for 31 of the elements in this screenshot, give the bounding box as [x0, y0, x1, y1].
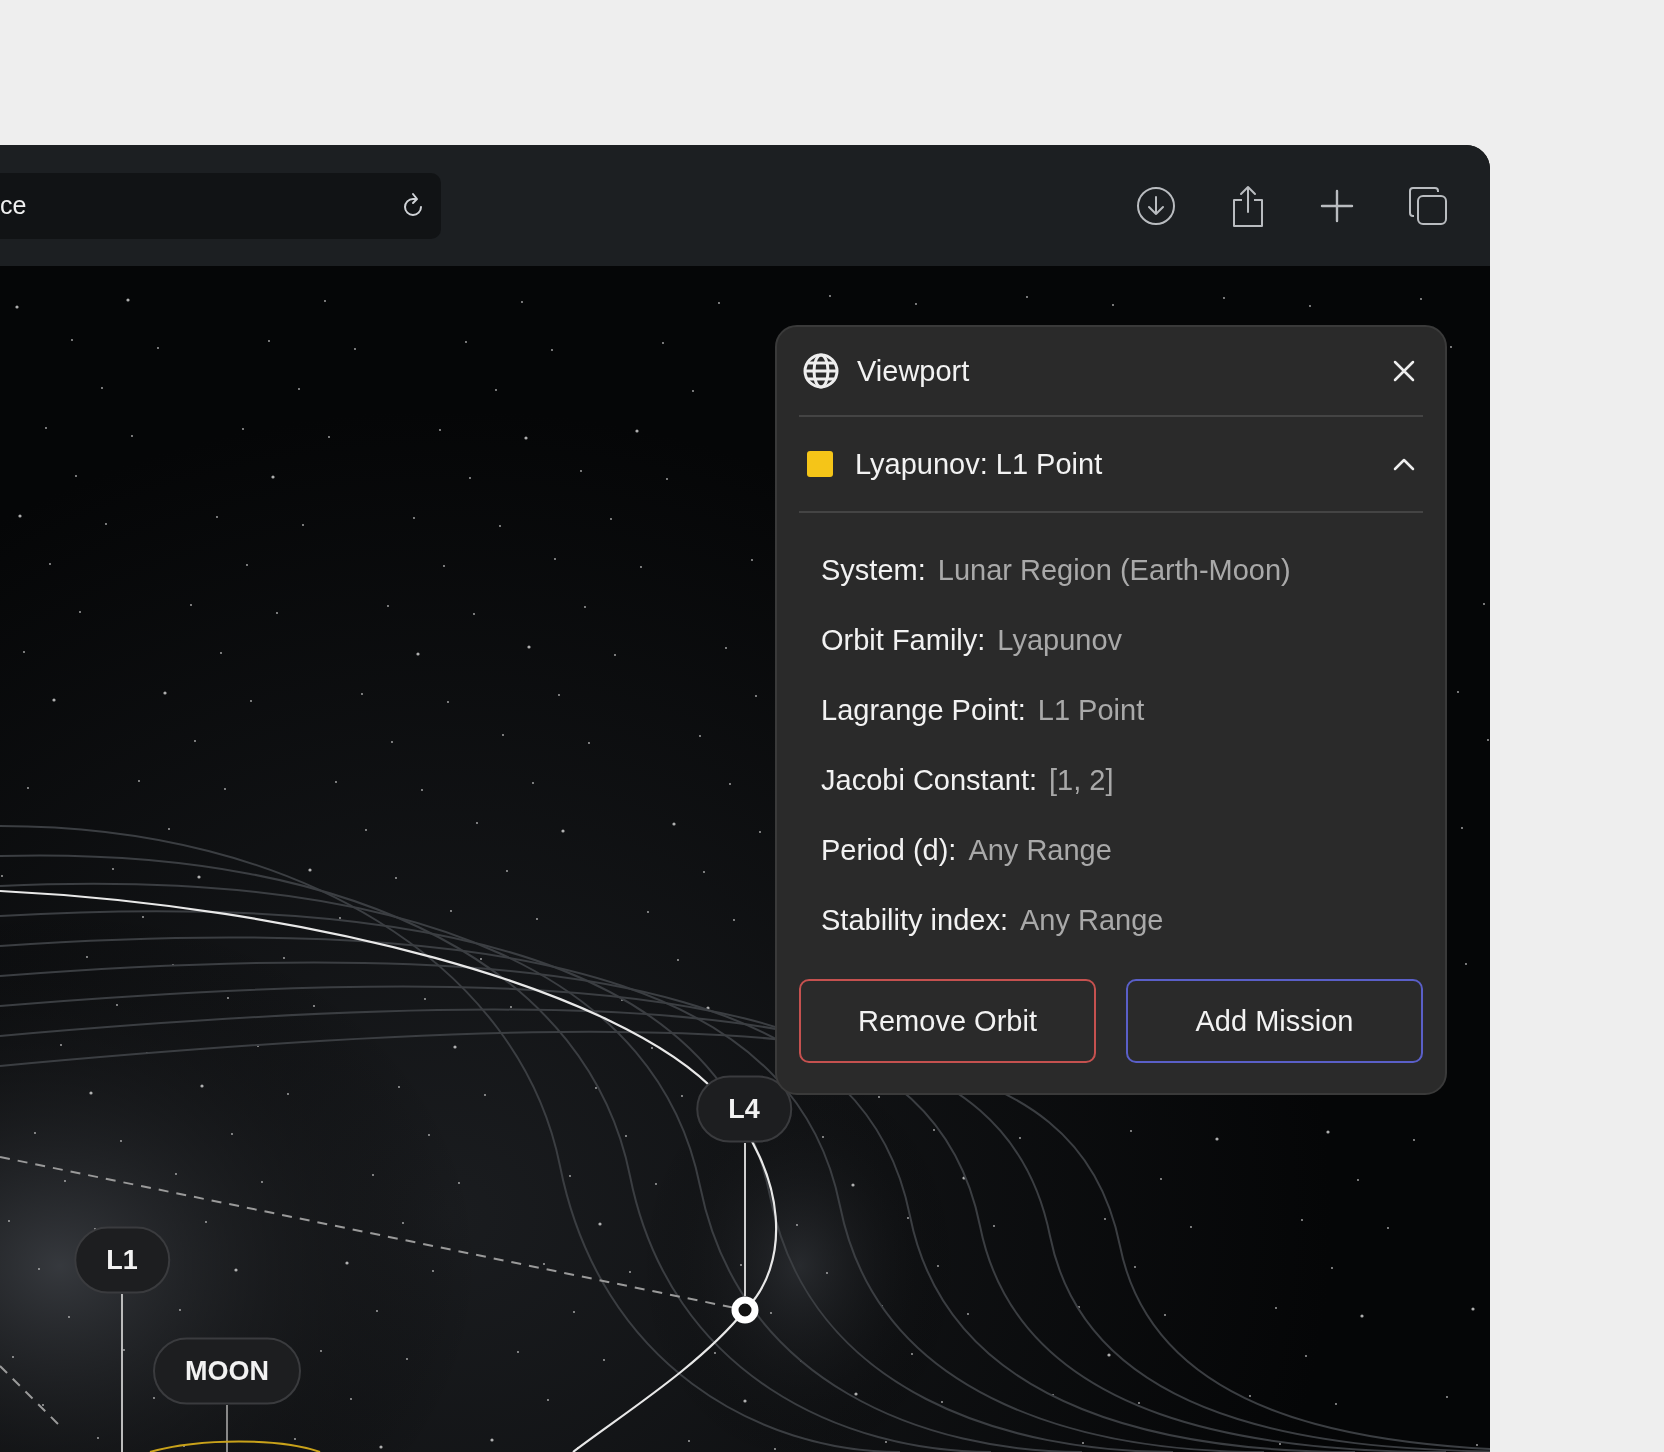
property-label: Orbit Family:	[821, 623, 986, 657]
address-bar[interactable]: ce	[0, 172, 441, 239]
property-label: Period (d):	[821, 833, 957, 867]
map-label[interactable]: MOON	[153, 1337, 301, 1405]
panel-title: Viewport	[857, 354, 971, 388]
point-marker[interactable]	[731, 1296, 759, 1324]
property-value: Lyapunov	[997, 623, 1123, 657]
chevron-icon[interactable]	[1393, 457, 1415, 471]
property-label: Stability index:	[821, 903, 1008, 937]
address-text: ce	[0, 191, 27, 220]
globe-icon	[803, 353, 839, 389]
orbit-name: Lyapunov: L1 Point	[855, 447, 1104, 481]
action-button[interactable]: Remove Orbit	[799, 979, 1096, 1063]
download-icon[interactable]	[1136, 185, 1176, 226]
new-tab-icon[interactable]	[1320, 188, 1354, 223]
dashed-line	[0, 1365, 61, 1427]
property-value: L1 Point	[1037, 693, 1145, 727]
property-value: Any Range	[968, 833, 1112, 867]
property-label: Lagrange Point:	[821, 693, 1026, 727]
leader-line	[226, 1404, 228, 1452]
property-value: Any Range	[1020, 903, 1164, 937]
property-value: Lunar Region (Earth-Moon)	[937, 553, 1291, 587]
property-value: [1, 2]	[1049, 763, 1114, 797]
map-label[interactable]: L4	[696, 1075, 792, 1143]
orbit-header[interactable]: Lyapunov: L1 Point	[799, 417, 1423, 513]
property-label: Jacobi Constant:	[821, 763, 1037, 797]
close-icon[interactable]	[1393, 360, 1415, 382]
property-label: System:	[821, 553, 926, 587]
share-icon[interactable]	[1230, 183, 1266, 228]
action-button[interactable]: Add Mission	[1126, 979, 1423, 1063]
tabs-icon[interactable]	[1408, 185, 1448, 226]
